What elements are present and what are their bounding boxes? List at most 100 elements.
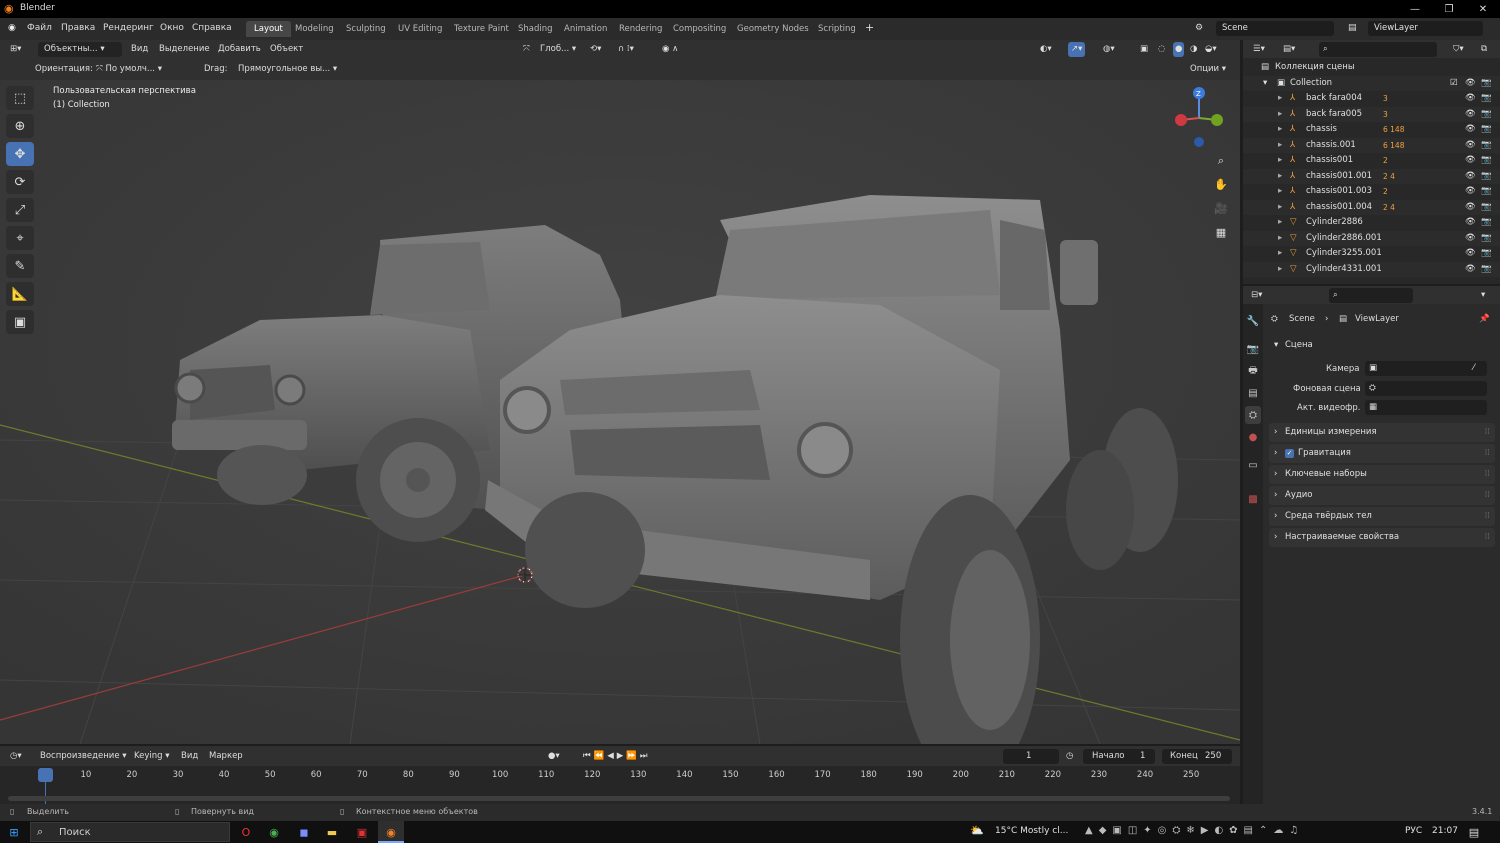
material-shading-icon[interactable]: ◑ xyxy=(1190,42,1197,57)
panel-1[interactable]: › ✓ Гравитация ⁞⁞ xyxy=(1269,444,1495,463)
expand-chevron-icon[interactable]: ▸ xyxy=(1278,169,1282,185)
expand-chevron-icon[interactable]: ▸ xyxy=(1278,184,1282,200)
outliner-collection-row[interactable]: ▾ ▣ Collection ☑ 👁 📷 xyxy=(1243,75,1500,92)
mode-dropdown[interactable]: Объектны... ▾ xyxy=(38,42,122,57)
eye-icon[interactable]: 👁 xyxy=(1465,200,1476,216)
weather-text[interactable]: 15°C Mostly cl... xyxy=(995,826,1068,836)
pan-hand-icon[interactable]: ✋ xyxy=(1211,174,1231,194)
panel-5[interactable]: › Настраиваемые свойства ⁞⁞ xyxy=(1269,528,1495,547)
outliner-item[interactable]: ▸ ⅄ chassis001.004 2 4 👁 📷 xyxy=(1243,199,1500,216)
discord-icon[interactable]: ◼ xyxy=(296,824,312,840)
outliner-item[interactable]: ▸ ⅄ chassis001 2 👁 📷 xyxy=(1243,153,1500,169)
camera-icon[interactable]: 📷 xyxy=(1481,200,1492,216)
world-tab-icon[interactable]: ● xyxy=(1245,428,1261,446)
panel-3[interactable]: › Аудио ⁞⁞ xyxy=(1269,486,1495,505)
properties-editor-icon[interactable]: ⊟▾ xyxy=(1251,288,1262,303)
eye-icon[interactable]: 👁 xyxy=(1465,262,1476,278)
tool-tab-icon[interactable]: 🔧 xyxy=(1245,312,1261,330)
view-layer-field[interactable]: ViewLayer xyxy=(1368,21,1483,36)
outliner-item[interactable]: ▸ ⅄ back fara004 3 👁 📷 xyxy=(1243,91,1500,107)
tab-modeling[interactable]: Modeling xyxy=(287,21,342,37)
properties-search-input[interactable] xyxy=(1329,288,1413,303)
tab-compositing[interactable]: Compositing xyxy=(665,21,734,37)
outliner-item[interactable]: ▸ ⅄ chassis001.001 2 4 👁 📷 xyxy=(1243,168,1500,185)
move-tool-icon[interactable]: ✥ xyxy=(6,142,34,166)
expand-chevron-icon[interactable]: ▸ xyxy=(1278,262,1282,278)
camera-icon[interactable]: 📷 xyxy=(1481,184,1492,200)
eye-icon[interactable]: 👁 xyxy=(1465,246,1476,262)
rendered-shading-icon[interactable]: ◒▾ xyxy=(1205,42,1217,57)
select-box-tool-icon[interactable]: ⬚ xyxy=(6,86,34,110)
visibility-icon[interactable]: ◐▾ xyxy=(1040,42,1052,57)
xray-toggle-icon[interactable]: ▣ xyxy=(1140,42,1148,57)
outliner-item[interactable]: ▸ ▽ Cylinder4331.001 👁 📷 xyxy=(1243,261,1500,278)
app-icon[interactable]: ▣ xyxy=(354,824,370,840)
eye-icon[interactable]: 👁 xyxy=(1465,215,1476,231)
pivot-icon[interactable]: ⟲▾ xyxy=(590,42,601,57)
collection-tab-icon[interactable]: ▭ xyxy=(1245,456,1261,474)
timeline-scrollbar[interactable] xyxy=(8,796,1230,801)
camera-icon[interactable]: 📷 xyxy=(1481,169,1492,185)
eye-icon[interactable]: 👁 xyxy=(1465,107,1476,123)
preview-range-icon[interactable]: ◷ xyxy=(1066,749,1073,764)
zoom-icon[interactable]: ⌕ xyxy=(1211,151,1231,171)
language-indicator[interactable]: РУС xyxy=(1405,826,1422,836)
filter-icon[interactable]: ⛉▾ xyxy=(1453,42,1464,57)
expand-chevron-icon[interactable]: ▸ xyxy=(1278,91,1282,107)
close-button[interactable]: ✕ xyxy=(1466,0,1500,18)
timeline-editor-icon[interactable]: ◷▾ xyxy=(10,749,22,764)
drag-handle-icon[interactable]: ⁞⁞ xyxy=(1485,486,1490,505)
camera-icon[interactable]: 📷 xyxy=(1481,262,1492,278)
view-layer-tab-icon[interactable]: ▤ xyxy=(1245,384,1261,402)
drag-dropdown[interactable]: Прямоугольное вы... ▾ xyxy=(238,62,337,77)
wireframe-shading-icon[interactable]: ◌ xyxy=(1158,42,1165,57)
panel-0[interactable]: › Единицы измерения ⁞⁞ xyxy=(1269,423,1495,442)
measure-tool-icon[interactable]: 📐 xyxy=(6,282,34,306)
blender-menu-icon[interactable]: ◉ xyxy=(8,23,16,33)
scale-tool-icon[interactable]: ⤢ xyxy=(6,198,34,222)
windows-start-icon[interactable]: ⊞ xyxy=(6,824,22,840)
playhead[interactable] xyxy=(38,768,53,782)
outliner-item[interactable]: ▸ ▽ Cylinder3255.001 👁 📷 xyxy=(1243,246,1500,262)
camera-icon[interactable]: 📷 xyxy=(1481,153,1492,169)
taskbar-search-box[interactable]: ⌕ Поиск xyxy=(30,822,230,842)
camera-view-icon[interactable]: 🎥 xyxy=(1211,198,1231,218)
file-explorer-icon[interactable]: ▬ xyxy=(324,824,340,840)
camera-icon[interactable]: 📷 xyxy=(1481,107,1492,123)
tab-sculpting[interactable]: Sculpting xyxy=(338,21,394,37)
transform-tool-icon[interactable]: ⌖ xyxy=(6,226,34,250)
cursor-tool-icon[interactable]: ⊕ xyxy=(6,114,34,138)
eye-icon[interactable]: 👁 xyxy=(1465,91,1476,107)
expand-chevron-icon[interactable]: ▸ xyxy=(1278,122,1282,138)
outliner-item[interactable]: ▸ ⅄ chassis001.003 2 👁 📷 xyxy=(1243,184,1500,200)
camera-icon[interactable]: 📷 xyxy=(1481,138,1492,154)
panel-4[interactable]: › Среда твёрдых тел ⁞⁞ xyxy=(1269,507,1495,526)
tab-layout[interactable]: Layout xyxy=(246,21,291,37)
gizmo-toggle-icon[interactable]: ↗▾ xyxy=(1068,42,1086,57)
outliner-item[interactable]: ▸ ▽ Cylinder2886 👁 📷 xyxy=(1243,215,1500,231)
drag-handle-icon[interactable]: ⁞⁞ xyxy=(1485,528,1490,547)
expand-chevron-icon[interactable]: ▸ xyxy=(1278,138,1282,154)
texture-tab-icon[interactable]: ▩ xyxy=(1245,490,1261,508)
3d-viewport[interactable]: Z Пользовательская перспектива (1) Colle… xyxy=(0,80,1240,744)
render-tab-icon[interactable]: 📷 xyxy=(1245,340,1261,358)
playback-controls-icon[interactable]: ⏮⏪◀▶⏩⏭ xyxy=(583,749,651,764)
tab-animation[interactable]: Animation xyxy=(556,21,615,37)
outliner-item[interactable]: ▸ ⅄ chassis 6 148 👁 📷 xyxy=(1243,122,1500,138)
drag-handle-icon[interactable]: ⁞⁞ xyxy=(1485,507,1490,526)
menu-help[interactable]: Справка xyxy=(192,23,232,33)
camera-icon[interactable]: 📷 xyxy=(1481,122,1492,138)
active-clip-field[interactable] xyxy=(1365,400,1487,415)
menu-edit[interactable]: Правка xyxy=(61,23,95,33)
record-icon[interactable]: ●▾ xyxy=(548,749,560,764)
outliner-item[interactable]: ▸ ▽ Cylinder2886.001 👁 📷 xyxy=(1243,230,1500,246)
eye-icon[interactable]: 👁 xyxy=(1465,76,1476,92)
editor-type-icon[interactable]: ⊞▾ xyxy=(10,42,21,57)
menu-add[interactable]: Добавить xyxy=(218,42,261,57)
camera-field[interactable] xyxy=(1365,361,1487,376)
eyedropper-icon[interactable]: ⁄ xyxy=(1473,361,1474,376)
minimize-button[interactable]: — xyxy=(1398,0,1432,18)
outliner-root[interactable]: ▤ Коллекция сцены xyxy=(1243,60,1500,76)
notifications-icon[interactable]: ▤ xyxy=(1466,824,1482,840)
overlay-toggle-icon[interactable]: ◍▾ xyxy=(1103,42,1115,57)
